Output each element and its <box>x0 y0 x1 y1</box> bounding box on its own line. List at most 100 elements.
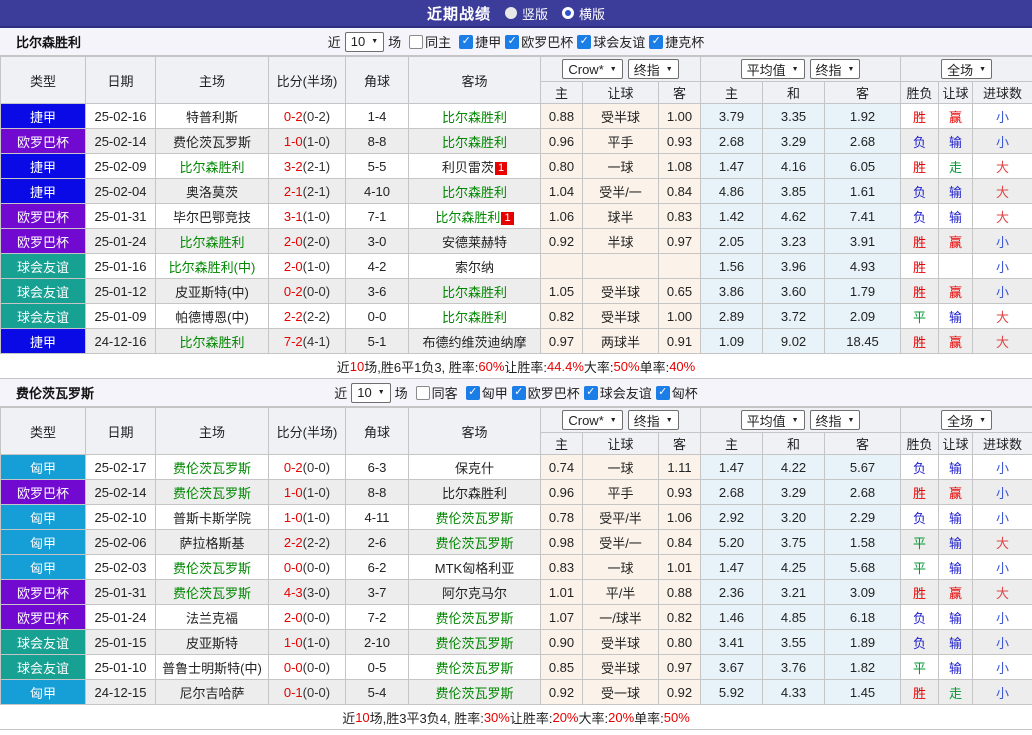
avg-home-odds: 2.89 <box>700 303 764 329</box>
type-cell: 欧罗巴杯 <box>0 128 86 154</box>
league-filter-checkbox[interactable]: ✓ 匈杯 <box>655 383 698 402</box>
col-corner: 角球 <box>345 56 409 104</box>
league-filter-checkbox[interactable]: ✓ 捷甲 <box>459 32 501 51</box>
final-odds-select[interactable]: 终指 ▼ <box>627 410 679 430</box>
handicap-home-odds: 0.92 <box>540 679 583 705</box>
league-filter-checkbox[interactable]: ✓ 球会友谊 <box>583 383 652 402</box>
sub-away-odds: 客 <box>657 432 702 455</box>
result-goals: 大 <box>972 579 1032 605</box>
average-select[interactable]: 平均值 ▼ <box>740 410 805 430</box>
handicap-line: 受半球 <box>582 278 659 304</box>
checkbox-checked-icon[interactable]: ✓ <box>459 34 474 49</box>
handicap-away-odds: 0.93 <box>657 128 702 154</box>
home-team-cell: 皮亚斯特(中) <box>155 278 269 304</box>
corner-cell: 6-2 <box>345 554 409 580</box>
final-odds-select-2[interactable]: 终指 ▼ <box>809 59 861 79</box>
average-select[interactable]: 平均值 ▼ <box>740 59 805 79</box>
recent-count-select[interactable]: 10 ▼ <box>344 31 385 52</box>
date-cell: 25-02-16 <box>85 103 156 129</box>
score-cell: 2-0(1-0) <box>268 253 346 279</box>
radio-icon[interactable] <box>504 7 517 19</box>
radio-horizontal-layout[interactable]: 横版 <box>562 4 605 23</box>
handicap-line: 受半球 <box>582 303 659 329</box>
chevron-down-icon: ▼ <box>609 65 617 73</box>
date-cell: 24-12-16 <box>85 328 156 354</box>
home-team-cell: 毕尔巴鄂竞技 <box>155 203 269 229</box>
sub-avg-away: 客 <box>824 432 902 455</box>
result-goals: 大 <box>972 529 1032 555</box>
match-row: 捷甲 25-02-09 比尔森胜利 3-2(2-1) 5-5 利贝雷茨 1 0.80 一球 1.0… <box>0 153 1032 179</box>
match-row: 球会友谊 25-01-09 帕德博恩(中) 2-2(2-2) 0-0 比尔森胜利 0.82 受… <box>0 303 1032 329</box>
result-goals: 大 <box>972 203 1032 229</box>
bookmaker-select[interactable]: Crow* ▼ <box>562 410 623 430</box>
checkbox-checked-icon[interactable]: ✓ <box>649 34 664 49</box>
checkbox-icon[interactable] <box>415 385 430 400</box>
avg-away-odds: 18.45 <box>824 328 902 354</box>
score-cell: 1-0(1-0) <box>268 629 346 655</box>
league-filter-checkbox[interactable]: ✓ 欧罗巴杯 <box>511 383 580 402</box>
match-row: 匈甲 24-12-15 尼尔吉哈萨 0-1(0-0) 5-4 费伦茨瓦罗斯 0.92 受一球 0… <box>0 679 1032 705</box>
checkbox-checked-icon[interactable]: ✓ <box>583 385 598 400</box>
result-goals: 大 <box>972 328 1032 354</box>
date-cell: 25-02-10 <box>85 504 156 530</box>
handicap-away-odds: 1.01 <box>657 554 702 580</box>
col-away: 客场 <box>408 56 541 104</box>
score-cell: 1-0(1-0) <box>268 128 346 154</box>
score-cell: 0-0(0-0) <box>268 554 346 580</box>
result-winloss: 胜 <box>900 228 940 254</box>
league-filter-checkbox[interactable]: ✓ 欧罗巴杯 <box>505 32 573 51</box>
date-cell: 25-02-14 <box>85 128 156 154</box>
bookmaker-select[interactable]: Crow* ▼ <box>562 59 623 79</box>
league-filter-checkbox[interactable]: ✓ 匈甲 <box>465 383 508 402</box>
handicap-line: 受半/一 <box>582 178 659 204</box>
checkbox-checked-icon[interactable]: ✓ <box>577 34 592 49</box>
final-odds-select-2[interactable]: 终指 ▼ <box>809 410 861 430</box>
checkbox-checked-icon[interactable]: ✓ <box>655 385 670 400</box>
same-side-checkbox[interactable]: 同主 <box>409 32 451 51</box>
avg-home-odds: 2.68 <box>700 128 764 154</box>
score-cell: 2-1(2-1) <box>268 178 346 204</box>
final-odds-select[interactable]: 终指 ▼ <box>627 59 679 79</box>
score-cell: 0-2(0-0) <box>268 278 346 304</box>
result-handicap: 输 <box>938 554 974 580</box>
same-side-checkbox[interactable]: 同客 <box>415 383 458 402</box>
sub-avg-away: 客 <box>824 81 902 104</box>
type-cell: 球会友谊 <box>0 654 86 680</box>
result-handicap: 赢 <box>938 278 974 304</box>
result-winloss: 负 <box>900 504 940 530</box>
checkbox-icon[interactable] <box>409 34 424 49</box>
result-handicap: 输 <box>938 128 974 154</box>
chevron-down-icon: ▼ <box>791 65 799 73</box>
result-winloss: 平 <box>900 303 940 329</box>
away-team-cell: 费伦茨瓦罗斯 <box>408 529 541 555</box>
checkbox-checked-icon[interactable]: ✓ <box>465 385 480 400</box>
handicap-away-odds: 1.00 <box>657 103 702 129</box>
handicap-line: 一/球半 <box>582 604 659 630</box>
checkbox-checked-icon[interactable]: ✓ <box>505 34 520 49</box>
type-cell: 欧罗巴杯 <box>0 479 86 505</box>
result-handicap: 赢 <box>938 103 974 129</box>
handicap-line: 受半球 <box>582 629 659 655</box>
score-cell: 2-0(2-0) <box>268 228 346 254</box>
result-handicap: 输 <box>938 203 974 229</box>
type-cell: 欧罗巴杯 <box>0 604 86 630</box>
league-filter-checkbox[interactable]: ✓ 捷克杯 <box>649 32 704 51</box>
sub-avg-draw: 和 <box>762 81 826 104</box>
date-cell: 25-02-04 <box>85 178 156 204</box>
result-winloss: 负 <box>900 629 940 655</box>
radio-selected-icon[interactable] <box>562 7 574 19</box>
fulltime-select[interactable]: 全场 ▼ <box>941 410 993 430</box>
avg-away-odds: 1.61 <box>824 178 902 204</box>
away-team-cell: 索尔纳 <box>408 253 541 279</box>
league-filter-checkbox[interactable]: ✓ 球会友谊 <box>577 32 645 51</box>
sub-handicap-result: 让球 <box>938 81 974 104</box>
col-type: 类型 <box>0 407 86 455</box>
corner-cell: 4-11 <box>345 504 409 530</box>
section-filter-row: 费伦茨瓦罗斯 近 10 ▼ 场 同客 ✓ 匈甲 ✓ 欧罗巴杯 ✓ 球会友谊 ✓ 匈杯 <box>0 379 1032 407</box>
recent-count-select[interactable]: 10 ▼ <box>351 382 391 403</box>
avg-away-odds: 4.93 <box>824 253 902 279</box>
radio-vertical-layout[interactable]: 竖版 <box>504 4 548 23</box>
fulltime-select[interactable]: 全场 ▼ <box>941 59 993 79</box>
checkbox-checked-icon[interactable]: ✓ <box>511 385 526 400</box>
handicap-away-odds: 1.11 <box>657 454 702 480</box>
